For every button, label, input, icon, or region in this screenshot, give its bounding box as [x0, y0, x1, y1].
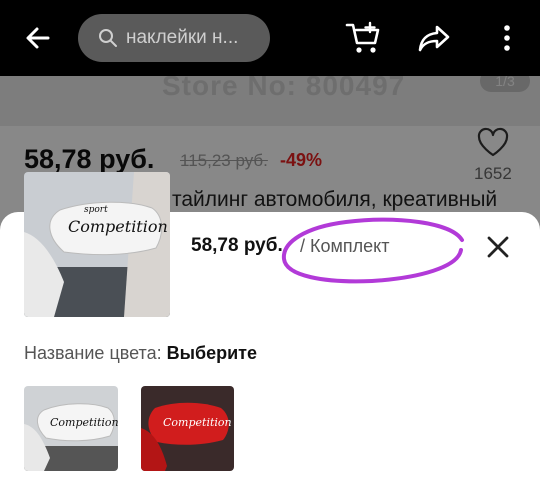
top-bar: наклейки н... — [0, 0, 540, 76]
svg-text:Competition: Competition — [68, 217, 168, 236]
share-icon[interactable] — [416, 22, 452, 54]
search-input[interactable]: наклейки н... — [78, 14, 270, 62]
color-option-red[interactable]: Competition — [141, 386, 234, 471]
annotation-circle — [281, 217, 464, 284]
close-icon[interactable] — [486, 235, 510, 259]
svg-text:Competition: Competition — [163, 416, 232, 429]
more-vertical-icon[interactable] — [497, 22, 517, 54]
back-arrow-icon[interactable] — [22, 22, 54, 54]
color-option-white[interactable]: Competition — [24, 386, 118, 471]
selected-variant-image: Competition sport — [24, 172, 170, 317]
search-icon — [99, 29, 117, 47]
svg-text:sport: sport — [84, 205, 108, 215]
search-text: наклейки н... — [126, 27, 239, 48]
svg-text:Competition: Competition — [50, 416, 118, 429]
sheet-price: 58,78 руб. — [191, 235, 283, 256]
cart-icon[interactable] — [344, 20, 384, 56]
color-label-text: Название цвета: — [24, 343, 167, 363]
color-name-label: Название цвета: Выберите — [24, 343, 257, 364]
color-value: Выберите — [166, 343, 257, 363]
